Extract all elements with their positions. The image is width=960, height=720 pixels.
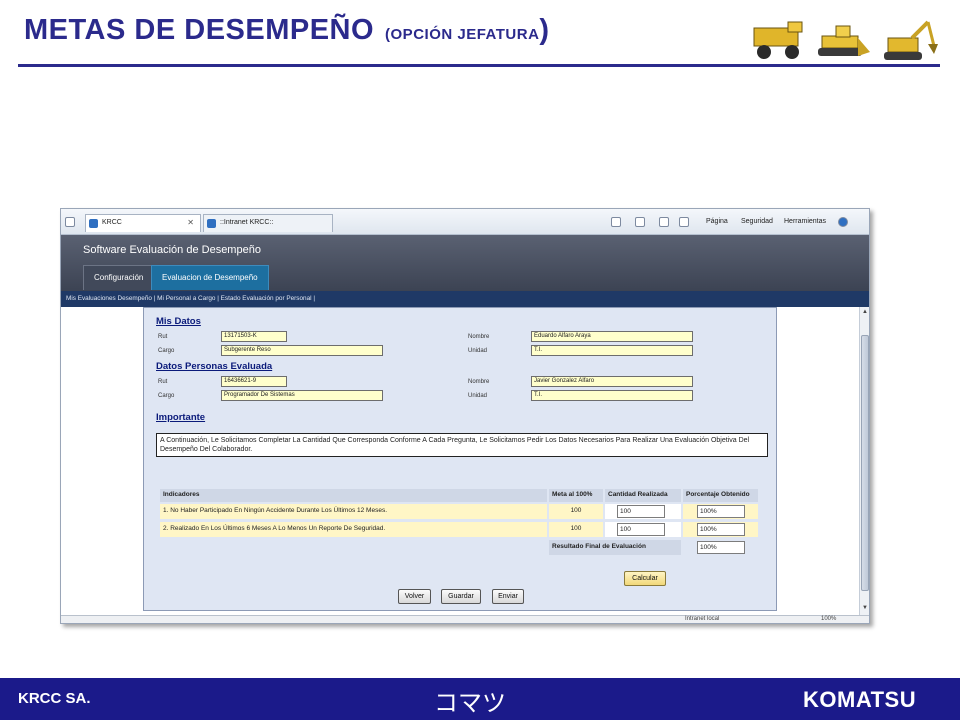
- tab-evaluacion[interactable]: Evaluacion de Desempeño: [151, 265, 269, 290]
- porcentaje-cell: 100%: [683, 504, 758, 519]
- nombre-label: Nombre: [468, 379, 490, 385]
- unidad-label: Unidad: [468, 348, 488, 354]
- resultado-cell: 100%: [683, 540, 758, 555]
- zone-status: Intranet local: [685, 616, 720, 622]
- col-meta: Meta al 100%: [549, 489, 603, 502]
- cantidad-input[interactable]: 100: [617, 523, 665, 536]
- evaluada-heading: Datos Personas Evaluada: [156, 361, 273, 372]
- indicator-text: 2. Realizado En Los Últimos 6 Meses A Lo…: [160, 522, 547, 537]
- nombre-label: Nombre: [468, 334, 490, 340]
- evaluada-rut-field[interactable]: 16436621-9: [221, 376, 287, 387]
- cantidad-cell: 100: [605, 504, 681, 519]
- porcentaje-output: 100%: [697, 523, 745, 536]
- indicator-text: 1. No Haber Participado En Ningún Accide…: [160, 504, 547, 519]
- tab-list-icon[interactable]: [65, 217, 75, 227]
- porcentaje-output: 100%: [697, 505, 745, 518]
- dump-truck-icon: [753, 21, 803, 59]
- menu-pagina[interactable]: Página: [706, 218, 728, 225]
- evaluada-nombre-field[interactable]: Javier Gonzalez Alfaro: [531, 376, 693, 387]
- mining-machines-image: [753, 20, 938, 60]
- bulldozer-icon: [818, 25, 870, 56]
- browser-toolbar: KRCC ✕ ::Intranet KRCC:: Página Segurida…: [61, 209, 869, 235]
- browser-window: KRCC ✕ ::Intranet KRCC:: Página Segurida…: [60, 208, 870, 624]
- resultado-label: Resultado Final de Evaluación: [549, 540, 681, 555]
- cantidad-cell: 100: [605, 522, 681, 537]
- table-header-row: Indicadores Meta al 100% Cantidad Realiz…: [160, 489, 758, 505]
- slide-subtitle-close: ): [539, 14, 550, 46]
- evaluation-panel: Mis Datos Rut 13171503-K Nombre Eduardo …: [143, 307, 777, 611]
- scrollbar-thumb[interactable]: [861, 335, 869, 591]
- svg-text:KOMATSU: KOMATSU: [803, 687, 916, 712]
- mis-cargo-field[interactable]: Subgerente Reso: [221, 345, 383, 356]
- cargo-label: Cargo: [158, 393, 175, 399]
- browser-tab-krcc[interactable]: KRCC ✕: [85, 214, 201, 232]
- slide-title: METAS DE DESEMPEÑO (OPCIÓN JEFATURA): [24, 14, 550, 47]
- col-cantidad: Cantidad Realizada: [605, 489, 681, 502]
- table-row: 2. Realizado En Los Últimos 6 Meses A Lo…: [160, 522, 758, 538]
- evaluada-unidad-field[interactable]: T.I.: [531, 390, 693, 401]
- slide-subtitle: OPCIÓN JEFATURA: [390, 26, 540, 43]
- help-icon[interactable]: [838, 217, 848, 227]
- footer-company: KRCC SA.: [18, 690, 91, 707]
- table-row: 1. No Haber Participado En Ningún Accide…: [160, 504, 758, 520]
- cantidad-input[interactable]: 100: [617, 505, 665, 518]
- calcular-button[interactable]: Calcular: [624, 571, 666, 586]
- sub-navigation[interactable]: Mis Evaluaciones Desempeño | Mi Personal…: [61, 291, 869, 307]
- feeds-icon[interactable]: [635, 217, 645, 227]
- unidad-label: Unidad: [468, 393, 488, 399]
- zoom-level[interactable]: 100%: [821, 616, 836, 622]
- print-icon[interactable]: [679, 217, 689, 227]
- footer-kana: コマツ: [434, 689, 506, 717]
- browser-tab-label: KRCC: [102, 219, 122, 226]
- close-tab-icon[interactable]: ✕: [187, 218, 194, 227]
- scroll-down-icon[interactable]: ▼: [862, 605, 868, 611]
- col-porcentaje: Porcentaje Obtenido: [683, 489, 758, 502]
- mis-datos-heading: Mis Datos: [156, 316, 201, 327]
- menu-seguridad[interactable]: Seguridad: [741, 218, 773, 225]
- mail-icon[interactable]: [659, 217, 669, 227]
- slide-footer: KRCC SA. コマツ KOMATSU: [0, 678, 960, 720]
- home-icon[interactable]: [611, 217, 621, 227]
- meta-value: 100: [549, 522, 603, 537]
- vertical-scrollbar[interactable]: ▲ ▼: [859, 307, 869, 615]
- title-rule: [18, 64, 940, 67]
- evaluada-cargo-field[interactable]: Programador De Sistemas: [221, 390, 383, 401]
- importante-heading: Importante: [156, 412, 206, 423]
- mis-unidad-field[interactable]: T.I.: [531, 345, 693, 356]
- app-title: Software Evaluación de Desempeño: [83, 244, 261, 256]
- guardar-button[interactable]: Guardar: [441, 589, 481, 604]
- slide-title-main: METAS DE DESEMPEÑO: [24, 14, 375, 46]
- importante-notice: A Continuación, Le Solicitamos Completar…: [156, 433, 768, 457]
- rut-label: Rut: [158, 334, 168, 340]
- browser-status-bar: Intranet local 100%: [61, 615, 869, 623]
- browser-tab-label: ::Intranet KRCC::: [220, 219, 274, 226]
- mis-rut-field[interactable]: 13171503-K: [221, 331, 287, 342]
- meta-value: 100: [549, 504, 603, 519]
- resultado-row: Resultado Final de Evaluación 100%: [160, 540, 758, 556]
- browser-tab-intranet[interactable]: ::Intranet KRCC::: [203, 214, 333, 232]
- col-indicadores: Indicadores: [160, 489, 547, 502]
- menu-herramientas[interactable]: Herramientas: [784, 218, 826, 225]
- enviar-button[interactable]: Enviar: [492, 589, 524, 604]
- volver-button[interactable]: Volver: [398, 589, 431, 604]
- scroll-up-icon[interactable]: ▲: [862, 309, 868, 315]
- porcentaje-cell: 100%: [683, 522, 758, 537]
- cargo-label: Cargo: [158, 348, 175, 354]
- resultado-output: 100%: [697, 541, 745, 554]
- mis-nombre-field[interactable]: Eduardo Alfaro Araya: [531, 331, 693, 342]
- excavator-icon: [884, 20, 938, 60]
- app-header: Software Evaluación de Desempeño Configu…: [61, 235, 869, 291]
- favicon-icon: [89, 219, 98, 228]
- tab-configuracion[interactable]: Configuración: [83, 265, 155, 290]
- favicon-icon: [207, 219, 216, 228]
- komatsu-logo: KOMATSU: [803, 687, 916, 712]
- rut-label: Rut: [158, 379, 168, 385]
